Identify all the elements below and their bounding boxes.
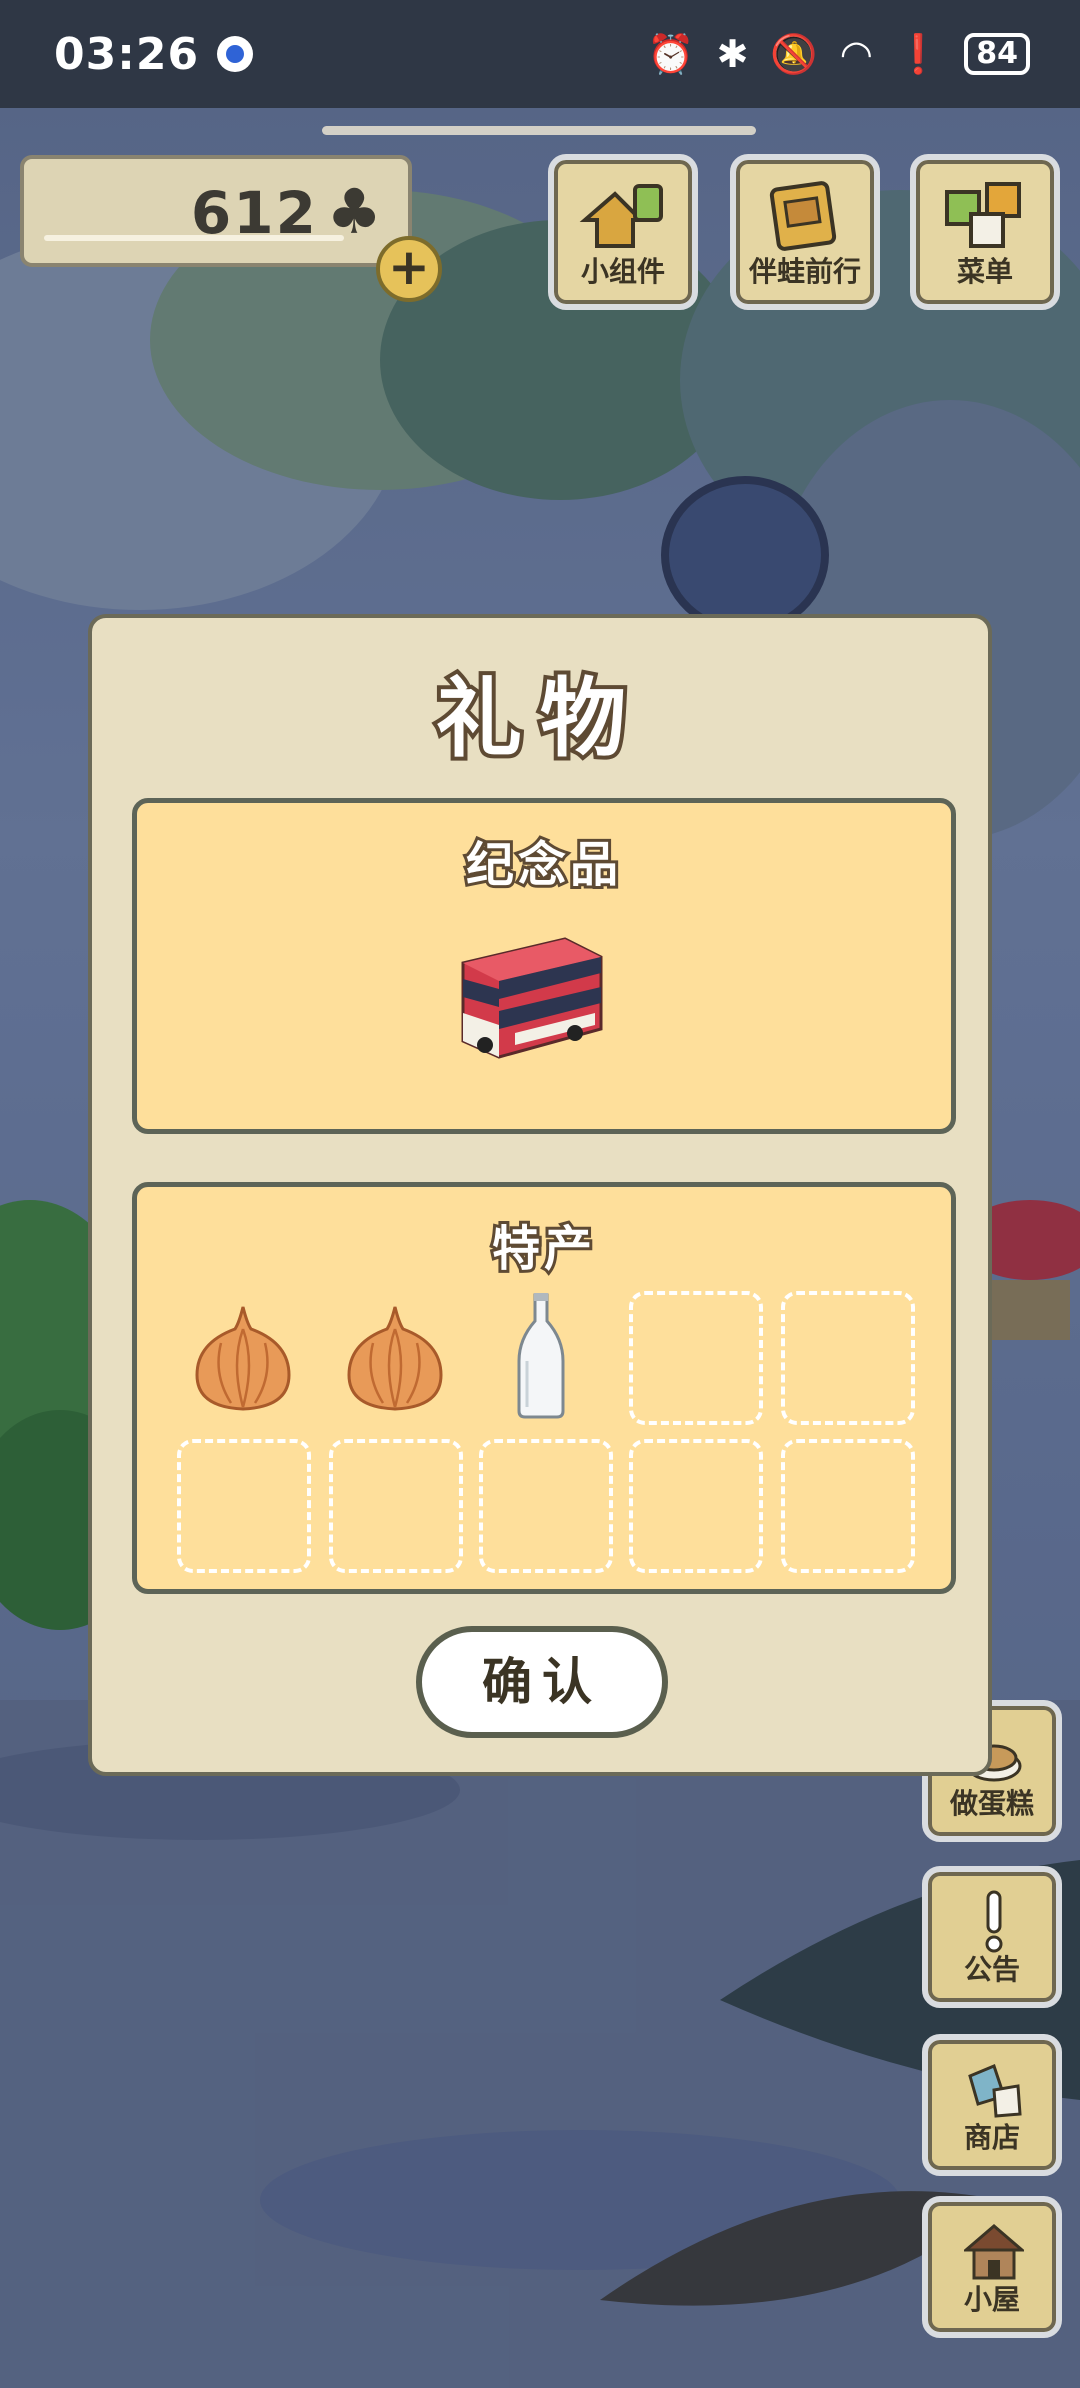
notice-icon (985, 1890, 1003, 1953)
widget-button-label: 小组件 (580, 255, 665, 288)
clover-counter: 612 ♣ (20, 155, 412, 267)
frog-journey-label: 伴蛙前行 (748, 255, 861, 288)
empty-slot (479, 1439, 613, 1573)
empty-slot (781, 1291, 915, 1425)
shop-icon (968, 2063, 1022, 2118)
empty-slot (629, 1439, 763, 1573)
gift-dialog: 礼物 纪念品 特产 确认 (88, 614, 992, 1776)
souvenir-title: 纪念品 (463, 834, 622, 896)
empty-slot (629, 1291, 763, 1425)
status-time: 03:26 (54, 28, 200, 80)
empty-slot (177, 1439, 311, 1573)
alarm-icon: ⏰ (647, 31, 695, 76)
menu-button-label: 菜单 (956, 255, 1013, 288)
house-button[interactable]: 小屋 (922, 2196, 1062, 2338)
double-decker-bus-icon[interactable] (455, 933, 605, 1063)
menu-icon (945, 182, 1021, 248)
widget-button[interactable]: 小组件 (548, 154, 698, 310)
notice-button[interactable]: 公告 (922, 1866, 1062, 2008)
empty-slot (329, 1439, 463, 1573)
menu-button[interactable]: 菜单 (910, 154, 1060, 310)
drag-handle[interactable] (322, 126, 756, 135)
frog-journey-button[interactable]: 伴蛙前行 (730, 154, 880, 310)
journal-icon (769, 181, 837, 251)
add-clover-button[interactable]: + (376, 236, 442, 302)
status-bar: 03:26 ⏰ ✱ 🔕 ◠ ❗ 84 (0, 0, 1080, 108)
glass-bottle-icon[interactable] (511, 1291, 571, 1421)
widget-icon (579, 184, 663, 248)
house-label: 小屋 (963, 2283, 1020, 2316)
wifi-icon: ◠ (839, 32, 873, 76)
battery-icon: 84 (964, 33, 1030, 75)
notice-label: 公告 (963, 1953, 1020, 1986)
specialty-title: 特产 (489, 1218, 596, 1280)
house-icon (964, 2224, 1024, 2280)
specialty-panel: 特产 (132, 1182, 956, 1594)
make-cake-label: 做蛋糕 (949, 1787, 1034, 1820)
onion-icon[interactable] (191, 1303, 295, 1415)
alert-icon: ❗ (894, 31, 943, 76)
app-indicator-icon (217, 36, 254, 72)
shop-button[interactable]: 商店 (922, 2034, 1062, 2176)
confirm-button[interactable]: 确认 (416, 1626, 668, 1738)
counter-underline (44, 235, 344, 241)
dialog-title: 礼物 (432, 665, 644, 773)
onion-icon[interactable] (343, 1303, 447, 1415)
souvenir-panel: 纪念品 (132, 798, 956, 1134)
bluetooth-icon: ✱ (716, 32, 749, 76)
plus-icon: + (388, 238, 430, 296)
empty-slot (781, 1439, 915, 1573)
shop-label: 商店 (963, 2121, 1020, 2154)
mute-icon: 🔕 (770, 31, 818, 76)
